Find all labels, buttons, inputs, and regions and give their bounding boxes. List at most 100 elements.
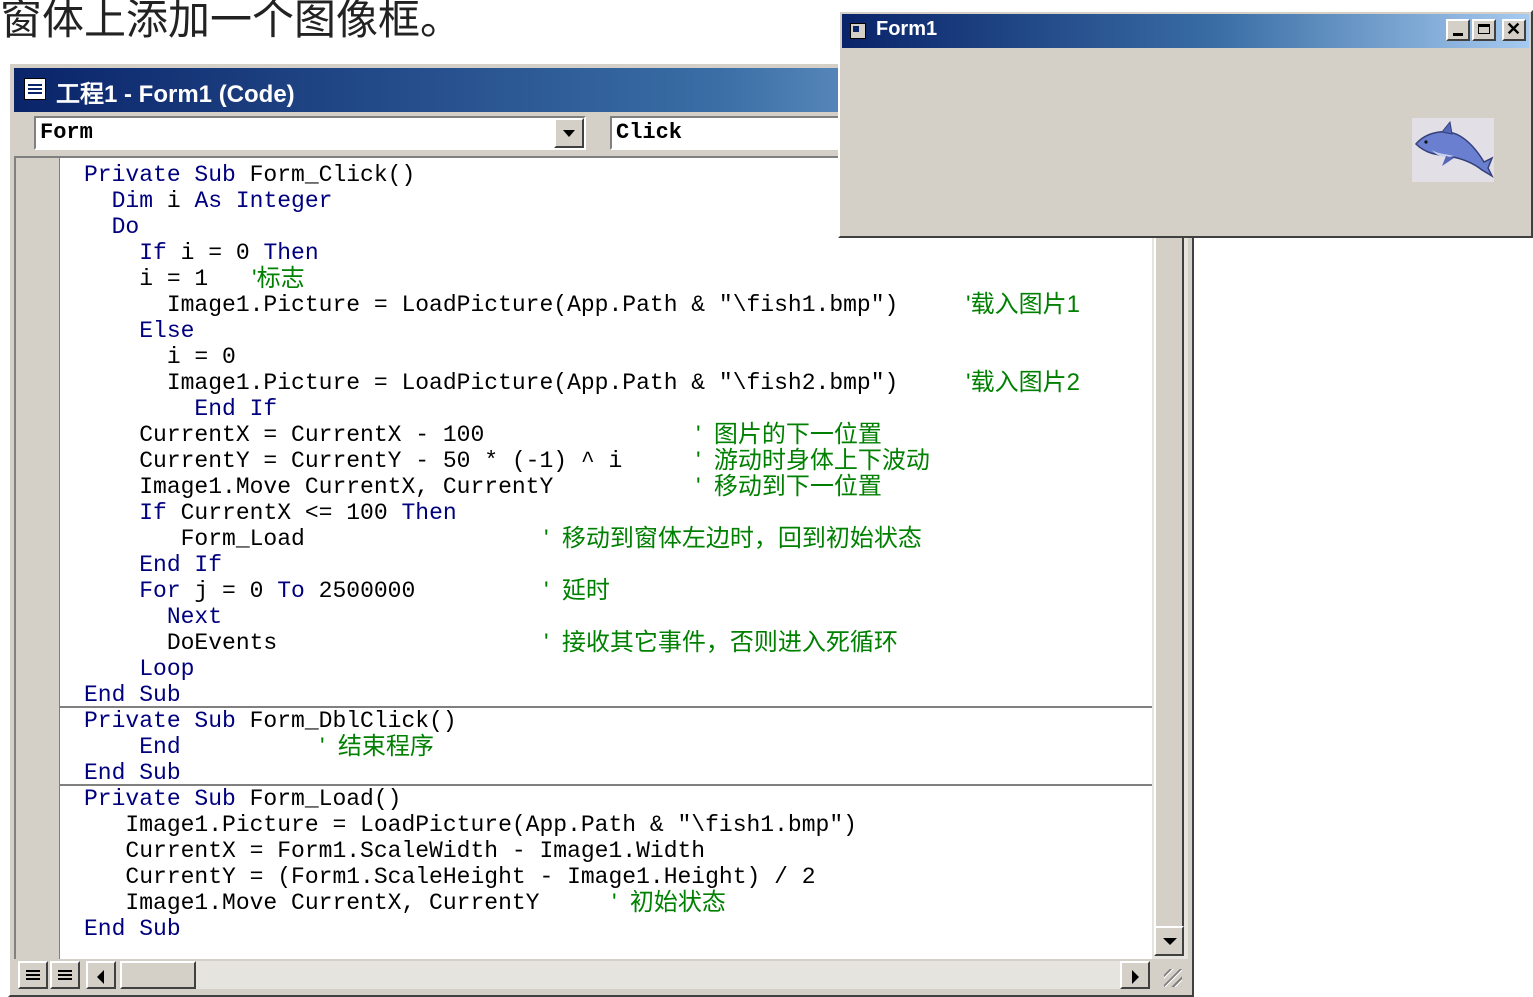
code-comment: ' 移动到窗体左边时，回到初始状态 [544, 525, 922, 552]
procedure-combo-value: Click [616, 120, 683, 145]
code-line[interactable]: Image1.Picture = LoadPicture(App.Path & … [84, 370, 899, 396]
code-keyword: If [84, 240, 167, 266]
code-keyword: If [84, 500, 167, 526]
horizontal-scrollbar[interactable] [14, 959, 1152, 991]
code-line[interactable]: Private Sub Form_DblClick() [84, 708, 457, 734]
code-comment: ' 结束程序 [320, 733, 434, 760]
code-line[interactable]: End [84, 734, 180, 760]
procedure-separator [60, 784, 1152, 786]
code-line[interactable]: Image1.Picture = LoadPicture(App.Path & … [84, 812, 857, 838]
object-combo[interactable]: Form [34, 116, 586, 150]
horizontal-scroll-thumb[interactable] [120, 961, 196, 989]
close-icon: ✕ [1506, 19, 1522, 39]
code-line[interactable]: Next [84, 604, 222, 630]
code-line[interactable]: i = 0 [84, 344, 236, 370]
scroll-left-arrow-icon[interactable] [86, 961, 116, 989]
code-text: Image1.Picture = LoadPicture(App.Path & … [84, 812, 857, 838]
code-keyword: Next [84, 604, 223, 630]
code-text: CurrentY = CurrentY - 50 * (-1) ^ i [84, 448, 623, 474]
code-line[interactable]: Dim i As Integer [84, 188, 333, 214]
code-text: Form_Click() [235, 162, 416, 188]
code-line[interactable]: i = 1 [84, 266, 236, 292]
code-line[interactable]: Image1.Move CurrentX, CurrentY [84, 474, 553, 500]
code-line[interactable]: CurrentX = Form1.ScaleWidth - Image1.Wid… [84, 838, 705, 864]
resize-grip-icon[interactable] [1154, 961, 1186, 991]
code-line[interactable]: End Sub [84, 760, 181, 786]
code-line[interactable]: Private Sub Form_Load() [84, 786, 401, 812]
form1-title: Form1 [876, 18, 938, 40]
code-text: i = 1 [84, 266, 236, 292]
form1-window: Form1 ✕ [838, 10, 1533, 238]
vertical-scrollbar[interactable] [1152, 156, 1188, 959]
code-keyword: Dim [84, 188, 154, 214]
code-keyword: Then [263, 240, 319, 266]
code-line[interactable]: CurrentX = CurrentX - 100 [84, 422, 484, 448]
code-keyword: End If [84, 396, 278, 422]
code-text: i = 0 [166, 240, 264, 266]
dolphin-icon [1414, 120, 1494, 178]
code-keyword: End Sub [84, 760, 181, 786]
code-comment: ' 移动到下一位置 [696, 473, 882, 500]
code-window-title: 工程1 - Form1 (Code) [56, 81, 295, 108]
code-keyword: Private Sub [84, 786, 236, 812]
code-line[interactable]: End If [84, 552, 222, 578]
code-comment: ' 游动时身体上下波动 [696, 447, 930, 474]
code-text: CurrentY = (Form1.ScaleHeight - Image1.H… [84, 864, 816, 890]
code-line[interactable]: Private Sub Form_Click() [84, 162, 415, 188]
code-line[interactable]: End Sub [84, 682, 181, 708]
code-line[interactable]: Loop [84, 656, 194, 682]
code-comment: '载入图片1 [966, 291, 1080, 318]
code-keyword: Private Sub [84, 708, 236, 734]
code-line[interactable]: For j = 0 To 2500000 [84, 578, 415, 604]
code-window-icon [24, 78, 46, 100]
code-keyword: Else [84, 318, 195, 344]
code-line[interactable]: If CurrentX <= 100 Then [84, 500, 456, 526]
code-keyword: As Integer [194, 188, 333, 214]
code-text: Image1.Move CurrentX, CurrentY [84, 890, 540, 916]
code-keyword: Private Sub [84, 162, 236, 188]
fish-image [1412, 118, 1494, 182]
code-text: CurrentX = Form1.ScaleWidth - Image1.Wid… [84, 838, 706, 864]
code-editor[interactable]: Private Sub Form_Click() Dim i As Intege… [14, 156, 1152, 959]
form1-titlebar[interactable]: Form1 ✕ [842, 14, 1529, 48]
code-comment: ' 接收其它事件，否则进入死循环 [544, 629, 898, 656]
code-line[interactable]: Form_Load [84, 526, 305, 552]
maximize-button[interactable] [1472, 19, 1496, 41]
code-keyword: Do [84, 214, 140, 240]
code-line[interactable]: Do [84, 214, 140, 240]
code-comment: '载入图片2 [966, 369, 1080, 396]
code-comment: ' 图片的下一位置 [696, 421, 882, 448]
code-text: Image1.Picture = LoadPicture(App.Path & … [84, 292, 899, 318]
code-text: i = 0 [84, 344, 236, 370]
vertical-scroll-thumb[interactable] [1154, 156, 1184, 946]
procedure-view-icon[interactable] [18, 961, 48, 989]
minimize-icon [1453, 33, 1463, 36]
code-text: Form_Load() [235, 786, 402, 812]
object-combo-value: Form [40, 120, 93, 145]
code-line[interactable]: End Sub [84, 916, 181, 942]
code-line[interactable]: Image1.Picture = LoadPicture(App.Path & … [84, 292, 899, 318]
code-comment: ' 延时 [544, 577, 610, 604]
minimize-button[interactable] [1446, 19, 1470, 41]
scroll-right-arrow-icon[interactable] [1120, 961, 1150, 989]
code-keyword: End If [84, 552, 223, 578]
object-combo-dropdown-icon[interactable] [554, 118, 584, 148]
code-line[interactable]: Image1.Move CurrentX, CurrentY [84, 890, 539, 916]
close-button[interactable]: ✕ [1502, 19, 1526, 41]
code-line[interactable]: If i = 0 Then [84, 240, 319, 266]
code-text: i [153, 188, 195, 214]
code-line[interactable]: Else [84, 318, 194, 344]
code-text: CurrentX <= 100 [166, 500, 402, 526]
code-line[interactable]: End If [84, 396, 277, 422]
full-module-view-icon[interactable] [50, 961, 80, 989]
code-text: Form_DblClick() [235, 708, 457, 734]
code-line[interactable]: DoEvents [84, 630, 277, 656]
code-line[interactable]: CurrentY = CurrentY - 50 * (-1) ^ i [84, 448, 622, 474]
scroll-down-arrow-icon[interactable] [1154, 926, 1184, 956]
horizontal-scroll-track[interactable] [196, 961, 1120, 989]
code-comment: ' 初始状态 [612, 889, 726, 916]
code-text: Form_Load [84, 526, 305, 552]
code-keyword: Loop [84, 656, 195, 682]
code-line[interactable]: CurrentY = (Form1.ScaleHeight - Image1.H… [84, 864, 816, 890]
code-text: DoEvents [84, 630, 278, 656]
